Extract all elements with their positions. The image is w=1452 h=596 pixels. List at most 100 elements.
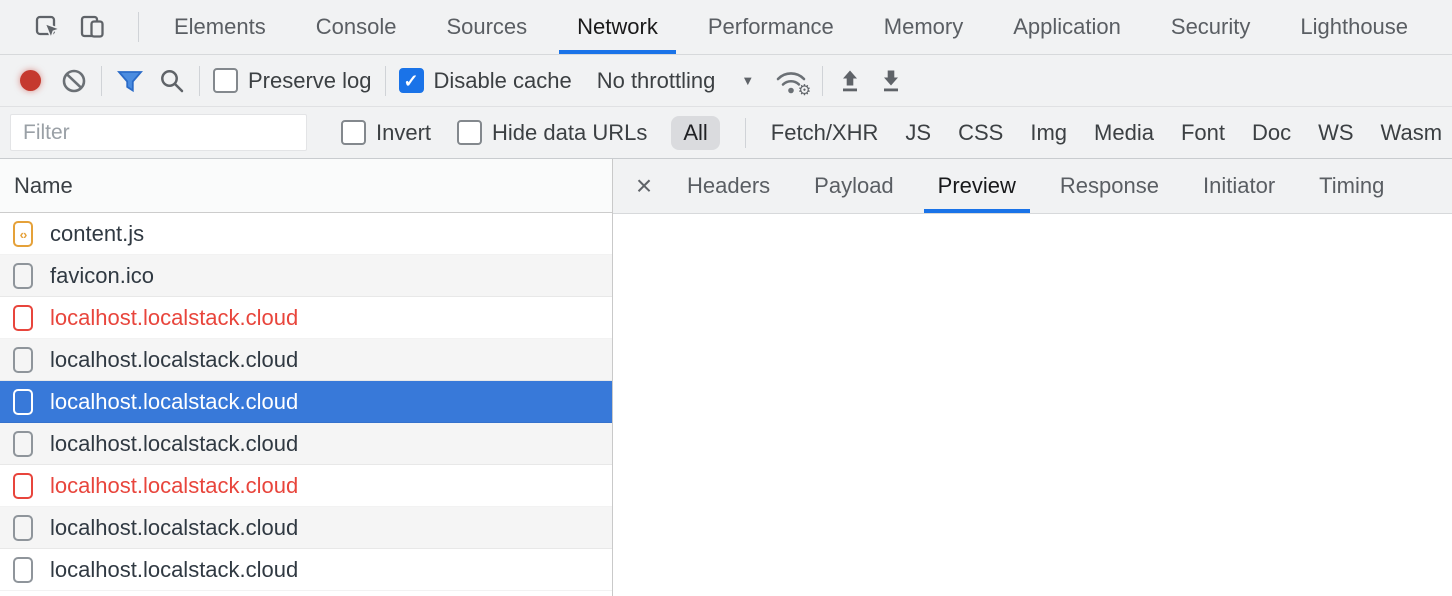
search-button[interactable] — [158, 67, 186, 95]
divider — [385, 66, 386, 96]
request-name: favicon.ico — [50, 263, 154, 289]
search-icon — [158, 67, 186, 95]
type-filter-js[interactable]: JS — [905, 120, 931, 146]
request-name: localhost.localstack.cloud — [50, 431, 298, 457]
inspect-cursor-icon — [32, 12, 62, 42]
network-toolbar: Preserve log ✓ Disable cache No throttli… — [0, 55, 1452, 107]
device-toolbar-icon — [78, 12, 108, 42]
throttling-select[interactable]: No throttling ▼ — [597, 68, 755, 94]
request-row[interactable]: localhost.localstack.cloud — [0, 465, 612, 507]
tab-response[interactable]: Response — [1046, 159, 1173, 213]
document-file-icon — [13, 305, 33, 331]
tab-memory[interactable]: Memory — [866, 0, 981, 54]
filter-input[interactable] — [10, 114, 307, 151]
tab-preview[interactable]: Preview — [924, 159, 1030, 213]
type-filter-css[interactable]: CSS — [958, 120, 1003, 146]
document-file-icon — [13, 431, 33, 457]
type-filter-media[interactable]: Media — [1094, 120, 1154, 146]
tab-payload[interactable]: Payload — [800, 159, 908, 213]
inspect-element-button[interactable] — [32, 12, 62, 42]
request-name: localhost.localstack.cloud — [50, 515, 298, 541]
close-icon: × — [636, 170, 652, 202]
request-row[interactable]: localhost.localstack.cloud — [0, 423, 612, 465]
type-filter-fetch-xhr[interactable]: Fetch/XHR — [771, 120, 879, 146]
type-filter-wasm[interactable]: Wasm — [1381, 120, 1443, 146]
document-file-icon — [13, 515, 33, 541]
export-har-button[interactable] — [877, 67, 905, 95]
type-filter-ws[interactable]: WS — [1318, 120, 1353, 146]
type-filter-img[interactable]: Img — [1030, 120, 1067, 146]
device-toolbar-button[interactable] — [78, 12, 108, 42]
request-details-panel: × Headers Payload Preview Response Initi… — [613, 159, 1452, 596]
chevron-down-icon: ▼ — [741, 73, 754, 88]
hide-data-urls-checkbox[interactable] — [457, 120, 482, 145]
request-name: localhost.localstack.cloud — [50, 557, 298, 583]
request-name: content.js — [50, 221, 144, 247]
divider — [101, 66, 102, 96]
preserve-log-label: Preserve log — [248, 68, 372, 94]
request-row[interactable]: ‹› content.js — [0, 213, 612, 255]
close-button[interactable]: × — [623, 159, 665, 213]
divider — [822, 66, 823, 96]
tab-sources[interactable]: Sources — [428, 0, 545, 54]
divider — [745, 118, 746, 148]
document-file-icon — [13, 557, 33, 583]
request-name: localhost.localstack.cloud — [50, 389, 298, 415]
request-name: localhost.localstack.cloud — [50, 347, 298, 373]
main-tabbar: Elements Console Sources Network Perform… — [0, 0, 1452, 55]
preview-json-tree: ▼{ChallengeName: "PASSWORD_VERIFIER",…} … — [613, 214, 1452, 596]
check-icon: ✓ — [403, 72, 418, 90]
tree-line-root[interactable]: ▼{ChallengeName: "PASSWORD_VERIFIER",…} — [613, 284, 1452, 316]
type-filter-all[interactable]: All — [671, 116, 719, 150]
document-file-icon — [13, 473, 33, 499]
tab-application[interactable]: Application — [995, 0, 1139, 54]
throttling-value: No throttling — [597, 68, 716, 94]
request-row[interactable]: favicon.ico — [0, 255, 612, 297]
requests-panel: Name ‹› content.js favicon.ico localhost… — [0, 159, 613, 596]
hide-data-urls-label: Hide data URLs — [492, 120, 647, 146]
filter-toggle-button[interactable] — [115, 67, 145, 95]
tab-lighthouse[interactable]: Lighthouse — [1282, 0, 1426, 54]
document-file-icon — [13, 347, 33, 373]
tab-console[interactable]: Console — [298, 0, 415, 54]
tab-performance[interactable]: Performance — [690, 0, 852, 54]
tab-security[interactable]: Security — [1153, 0, 1268, 54]
tree-line-challenge-name[interactable]: ChallengeName: "PASSWORD_VERIFIER" — [613, 380, 1452, 412]
disable-cache-checkbox[interactable]: ✓ — [399, 68, 424, 93]
devtools-window: Elements Console Sources Network Perform… — [0, 0, 1452, 596]
request-name: localhost.localstack.cloud — [50, 305, 298, 331]
request-row[interactable]: localhost.localstack.cloud — [0, 507, 612, 549]
request-row-selected[interactable]: localhost.localstack.cloud — [0, 381, 612, 423]
network-conditions-button[interactable]: ⚙ — [773, 65, 809, 97]
tab-elements[interactable]: Elements — [156, 0, 284, 54]
details-tabbar: × Headers Payload Preview Response Initi… — [613, 159, 1452, 214]
import-har-button[interactable] — [836, 67, 864, 95]
record-button[interactable] — [20, 70, 41, 91]
request-row[interactable]: localhost.localstack.cloud — [0, 549, 612, 591]
tree-line-salt[interactable]: SALT: "89b54330" — [613, 572, 1452, 596]
tree-line-challenge-parameters[interactable]: ▼ChallengeParameters: {USER_ID_FOR_SRP: … — [613, 476, 1452, 508]
script-icon-glyph: ‹› — [20, 228, 27, 241]
request-row[interactable]: localhost.localstack.cloud — [0, 297, 612, 339]
document-file-icon — [13, 263, 33, 289]
download-icon — [877, 67, 905, 95]
clear-button[interactable] — [60, 67, 88, 95]
name-column-header[interactable]: Name — [0, 159, 612, 213]
divider — [199, 66, 200, 96]
upload-icon — [836, 67, 864, 95]
tab-headers[interactable]: Headers — [673, 159, 784, 213]
invert-label: Invert — [376, 120, 431, 146]
disable-cache-label: Disable cache — [434, 68, 572, 94]
preserve-log-checkbox[interactable] — [213, 68, 238, 93]
tab-network[interactable]: Network — [559, 0, 676, 54]
type-filter-doc[interactable]: Doc — [1252, 120, 1291, 146]
invert-checkbox[interactable] — [341, 120, 366, 145]
funnel-icon — [115, 67, 145, 95]
tab-initiator[interactable]: Initiator — [1189, 159, 1289, 213]
block-icon — [60, 67, 88, 95]
gear-icon: ⚙ — [798, 83, 811, 98]
tab-timing[interactable]: Timing — [1305, 159, 1398, 213]
request-row[interactable]: localhost.localstack.cloud — [0, 339, 612, 381]
filter-bar: Invert Hide data URLs All Fetch/XHR JS C… — [0, 107, 1452, 159]
type-filter-font[interactable]: Font — [1181, 120, 1225, 146]
